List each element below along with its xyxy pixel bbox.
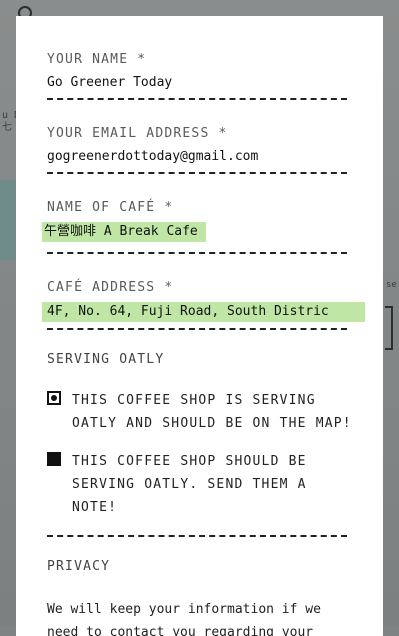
registration-modal: YOUR NAME * Go Greener Today YOUR EMAIL … — [16, 16, 383, 636]
email-input[interactable]: gogreenerdottoday@gmail.com — [47, 148, 353, 166]
cafe-name-field: NAME OF CAFÉ * 午營咖啡 A Break Cafe — [42, 200, 353, 254]
serving-option-yes-label: THIS COFFEE SHOP IS SERVING OATLY AND SH… — [72, 393, 352, 431]
serving-option-no[interactable]: THIS COFFEE SHOP SHOULD BE SERVING OATLY… — [47, 450, 353, 519]
serving-oatly-title: SERVING OATLY — [47, 352, 165, 367]
serving-option-yes[interactable]: THIS COFFEE SHOP IS SERVING OATLY AND SH… — [47, 389, 353, 435]
cafe-name-input[interactable]: 午營咖啡 A Break Cafe — [42, 222, 206, 242]
cafe-address-field: CAFÉ ADDRESS * 4F, No. 64, Fuji Road, So… — [42, 280, 365, 330]
email-field: YOUR EMAIL ADDRESS * gogreenerdottoday@g… — [47, 126, 353, 174]
background-text: se — [386, 280, 397, 290]
serving-option-no-label: THIS COFFEE SHOP SHOULD BE SERVING OATLY… — [72, 454, 307, 515]
privacy-title: PRIVACY — [47, 559, 111, 574]
email-label: YOUR EMAIL ADDRESS * — [47, 126, 228, 141]
privacy-text: We will keep your information if we need… — [47, 602, 321, 636]
radio-checked-icon[interactable] — [47, 391, 61, 405]
cafe-name-label: NAME OF CAFÉ * — [47, 200, 174, 215]
name-field: YOUR NAME * Go Greener Today — [47, 52, 353, 100]
background-button-edge — [385, 306, 393, 350]
cafe-address-input[interactable]: 4F, No. 64, Fuji Road, South Distric — [42, 302, 365, 322]
name-label: YOUR NAME * — [47, 52, 147, 67]
radio-icon[interactable] — [47, 452, 61, 466]
cafe-address-label: CAFÉ ADDRESS * — [47, 280, 174, 295]
name-input[interactable]: Go Greener Today — [47, 74, 353, 92]
